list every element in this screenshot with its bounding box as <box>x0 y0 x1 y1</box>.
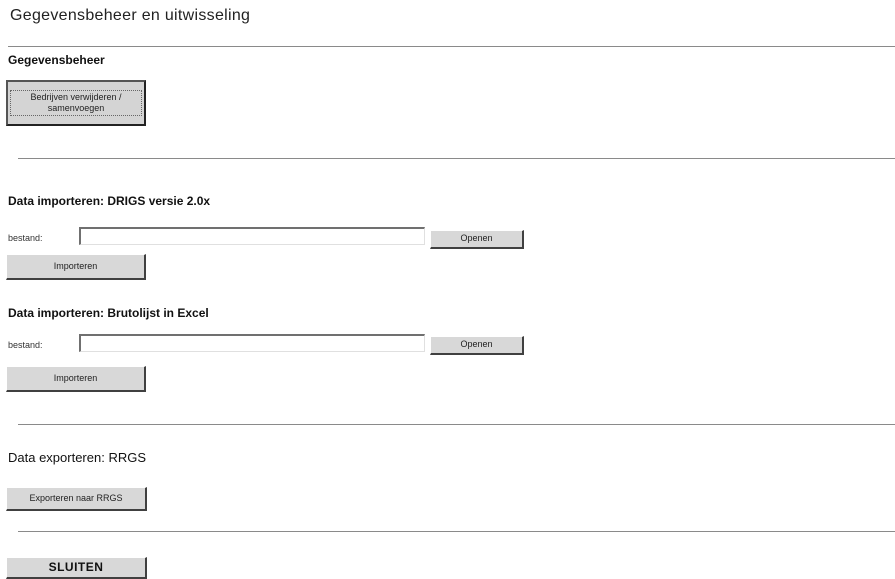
import-drigs-import-button[interactable]: Importeren <box>6 254 146 280</box>
close-button[interactable]: SLUITEN <box>6 557 147 579</box>
divider <box>18 531 895 532</box>
import-drigs-heading: Data importeren: DRIGS versie 2.0x <box>8 194 211 208</box>
import-drigs-file-label: bestand: <box>8 233 43 243</box>
import-drigs-open-button[interactable]: Openen <box>430 230 524 249</box>
page-title: Gegevensbeheer en uitwisseling <box>10 7 251 24</box>
import-excel-import-button[interactable]: Importeren <box>6 366 146 392</box>
import-excel-open-button[interactable]: Openen <box>430 336 524 355</box>
divider <box>18 424 895 425</box>
delete-merge-companies-button[interactable]: Bedrijven verwijderen / samenvoegen <box>6 80 146 126</box>
data-management-heading: Gegevensbeheer <box>8 53 105 67</box>
divider <box>18 158 895 159</box>
import-drigs-file-input[interactable] <box>79 227 425 245</box>
import-excel-file-label: bestand: <box>8 340 43 350</box>
delete-merge-companies-label: Bedrijven verwijderen / samenvoegen <box>10 89 142 117</box>
divider <box>8 46 895 47</box>
export-rrgs-heading: Data exporteren: RRGS <box>8 450 147 465</box>
export-rrgs-button[interactable]: Exporteren naar RRGS <box>6 487 147 511</box>
import-excel-file-input[interactable] <box>79 334 425 352</box>
import-excel-heading: Data importeren: Brutolijst in Excel <box>8 306 209 320</box>
